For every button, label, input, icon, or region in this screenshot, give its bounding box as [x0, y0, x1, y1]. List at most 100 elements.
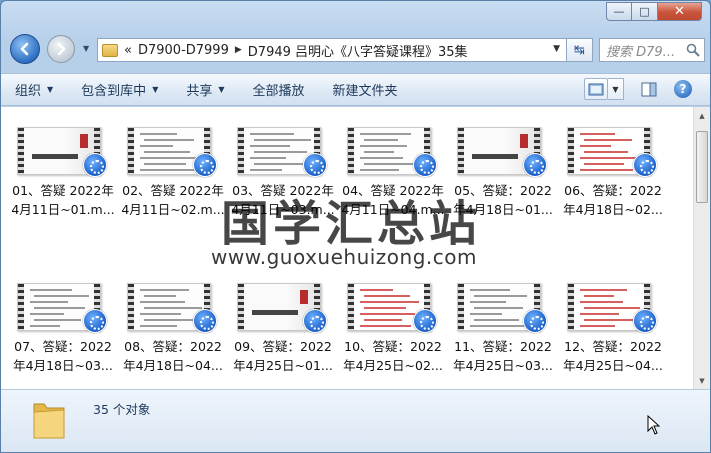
file-name-line: 4月11日~03.m... — [231, 202, 335, 217]
help-button[interactable]: ? — [674, 80, 692, 98]
file-item[interactable]: 01、答疑 2022年 4月11日~01.m... — [7, 107, 115, 237]
file-name-line: 10、答疑：2022 — [344, 339, 442, 354]
file-name-line: 05、答疑：2022 — [454, 183, 552, 198]
address-prefix[interactable]: « — [124, 43, 132, 58]
file-name-line: 年4月25日~04... — [563, 358, 663, 373]
recent-pages-dropdown[interactable]: ▼ — [83, 44, 89, 53]
preview-pane-icon — [641, 82, 657, 96]
dropdown-arrow-icon: ▼ — [47, 85, 54, 94]
media-player-icon — [303, 153, 327, 177]
media-player-icon — [523, 309, 547, 333]
file-name: 04、答疑 2022年 4月11日~04.m... — [337, 181, 449, 219]
file-item[interactable]: 12、答疑：2022 年4月25日~04... — [557, 263, 663, 389]
file-name-line: 01、答疑 2022年 — [12, 183, 114, 198]
file-item[interactable]: 04、答疑 2022年 4月11日~04.m... — [337, 107, 445, 237]
file-name-line: 年4月18日~03... — [13, 358, 113, 373]
file-item[interactable]: 09、答疑：2022 年4月25日~01... — [227, 263, 333, 389]
toolbar-include-in-library[interactable]: 包含到库中 ▼ — [81, 80, 158, 99]
address-dropdown-icon[interactable]: ▼ — [553, 44, 560, 54]
arrow-left-icon — [20, 42, 29, 56]
vertical-scrollbar[interactable]: ▲ ▼ — [693, 107, 710, 389]
file-name-line: 07、答疑：2022 — [14, 339, 112, 354]
search-input[interactable]: 搜索 D79... — [599, 38, 705, 62]
file-name-line: 12、答疑：2022 — [564, 339, 662, 354]
media-player-icon — [413, 153, 437, 177]
file-item[interactable]: 11、答疑：2022 年4月25日~03... — [447, 263, 553, 389]
toolbar-share-label: 共享 — [186, 84, 213, 99]
file-list[interactable]: 01、答疑 2022年 4月11日~01.m... 02、答疑 2022年 4月11日… — [1, 107, 710, 389]
close-button[interactable]: ✕ — [658, 2, 702, 21]
navigation-bar: ▼ « D7900-D7999 ▶ D7949 吕明心《八字答疑课程》35集 ▼… — [7, 34, 707, 66]
toolbar-include-label: 包含到库中 — [81, 84, 147, 99]
file-name-line: 年4月18日~04... — [123, 358, 223, 373]
file-name-line: 06、答疑：2022 — [564, 183, 662, 198]
media-player-icon — [633, 309, 657, 333]
breadcrumb-current[interactable]: D7949 吕明心《八字答疑课程》35集 — [248, 41, 468, 60]
address-bar[interactable]: « D7900-D7999 ▶ D7949 吕明心《八字答疑课程》35集 ▼ — [97, 38, 567, 62]
media-player-icon — [83, 309, 107, 333]
details-pane: 35 个对象 — [1, 389, 710, 452]
breadcrumb-separator-icon[interactable]: ▶ — [235, 45, 242, 55]
media-player-icon — [193, 153, 217, 177]
view-icon — [588, 83, 604, 95]
dropdown-arrow-icon: ▼ — [152, 85, 159, 94]
file-item[interactable]: 10、答疑：2022 年4月25日~02... — [337, 263, 443, 389]
arrow-right-icon — [57, 42, 66, 56]
file-name-line: 年4月25日~03... — [453, 358, 553, 373]
file-name: 12、答疑：2022 年4月25日~04... — [557, 337, 669, 375]
file-item[interactable]: 02、答疑 2022年 4月11日~02.m... — [117, 107, 225, 237]
media-player-icon — [523, 153, 547, 177]
minimize-button[interactable]: — — [606, 2, 632, 21]
toolbar-new-folder[interactable]: 新建文件夹 — [333, 80, 398, 99]
file-name: 09、答疑：2022 年4月25日~01... — [227, 337, 339, 375]
file-name: 03、答疑 2022年 4月11日~03.m... — [227, 181, 339, 219]
file-item[interactable]: 08、答疑：2022 年4月18日~04... — [117, 263, 223, 389]
view-dropdown-button[interactable]: ▼ — [608, 78, 624, 100]
scroll-down-icon[interactable]: ▼ — [694, 372, 710, 389]
forward-button[interactable] — [47, 35, 75, 63]
file-name-line: 4月11日~04.m... — [341, 202, 445, 217]
maximize-button[interactable]: □ — [632, 2, 658, 21]
file-name: 02、答疑 2022年 4月11日~02.m... — [117, 181, 229, 219]
file-name: 08、答疑：2022 年4月18日~04... — [117, 337, 229, 375]
file-name-line: 02、答疑 2022年 — [122, 183, 224, 198]
caption-buttons: — □ ✕ — [606, 2, 702, 21]
file-item[interactable]: 06、答疑：2022 年4月18日~02... — [557, 107, 663, 237]
file-name-line: 年4月25日~01... — [233, 358, 333, 373]
file-name-line: 4月11日~01.m... — [11, 202, 115, 217]
file-name: 11、答疑：2022 年4月25日~03... — [447, 337, 559, 375]
scroll-up-icon[interactable]: ▲ — [694, 107, 710, 124]
search-icon — [686, 43, 700, 57]
file-name: 07、答疑：2022 年4月18日~03... — [7, 337, 119, 375]
search-placeholder: 搜索 D79... — [606, 44, 676, 60]
file-name-line: 4月11日~02.m... — [121, 202, 225, 217]
toolbar-new-folder-label: 新建文件夹 — [332, 84, 398, 99]
file-name-line: 04、答疑 2022年 — [342, 183, 444, 198]
file-item[interactable]: 07、答疑：2022 年4月18日~03... — [7, 263, 113, 389]
file-name: 01、答疑 2022年 4月11日~01.m... — [7, 181, 119, 219]
media-player-icon — [193, 309, 217, 333]
file-name: 10、答疑：2022 年4月25日~02... — [337, 337, 449, 375]
toolbar-share[interactable]: 共享 ▼ — [186, 80, 224, 99]
toolbar-organize[interactable]: 组织 ▼ — [15, 80, 53, 99]
back-button[interactable] — [10, 34, 40, 64]
breadcrumb-parent[interactable]: D7900-D7999 — [138, 43, 229, 58]
toolbar-play-all[interactable]: 全部播放 — [253, 80, 305, 99]
file-name-line: 09、答疑：2022 — [234, 339, 332, 354]
file-item[interactable]: 03、答疑 2022年 4月11日~03.m... — [227, 107, 335, 237]
file-name-line: 03、答疑 2022年 — [232, 183, 334, 198]
command-toolbar: 组织 ▼ 包含到库中 ▼ 共享 ▼ 全部播放 新建文件夹 ▼ ? — [1, 73, 710, 106]
refresh-button[interactable]: ↹ — [567, 38, 593, 62]
change-view-button[interactable] — [584, 78, 608, 100]
media-player-icon — [303, 309, 327, 333]
refresh-icon: ↹ — [574, 42, 585, 58]
item-count: 35 个对象 — [93, 402, 151, 417]
scroll-thumb[interactable] — [696, 131, 708, 203]
file-name-line: 11、答疑：2022 — [454, 339, 552, 354]
folder-icon — [102, 43, 118, 57]
preview-pane-button[interactable] — [638, 79, 660, 99]
toolbar-play-all-label: 全部播放 — [252, 84, 305, 99]
file-name-line: 年4月25日~02... — [343, 358, 443, 373]
toolbar-right: ▼ ? — [584, 78, 692, 100]
file-item[interactable]: 05、答疑：2022 年4月18日~01... — [447, 107, 553, 237]
